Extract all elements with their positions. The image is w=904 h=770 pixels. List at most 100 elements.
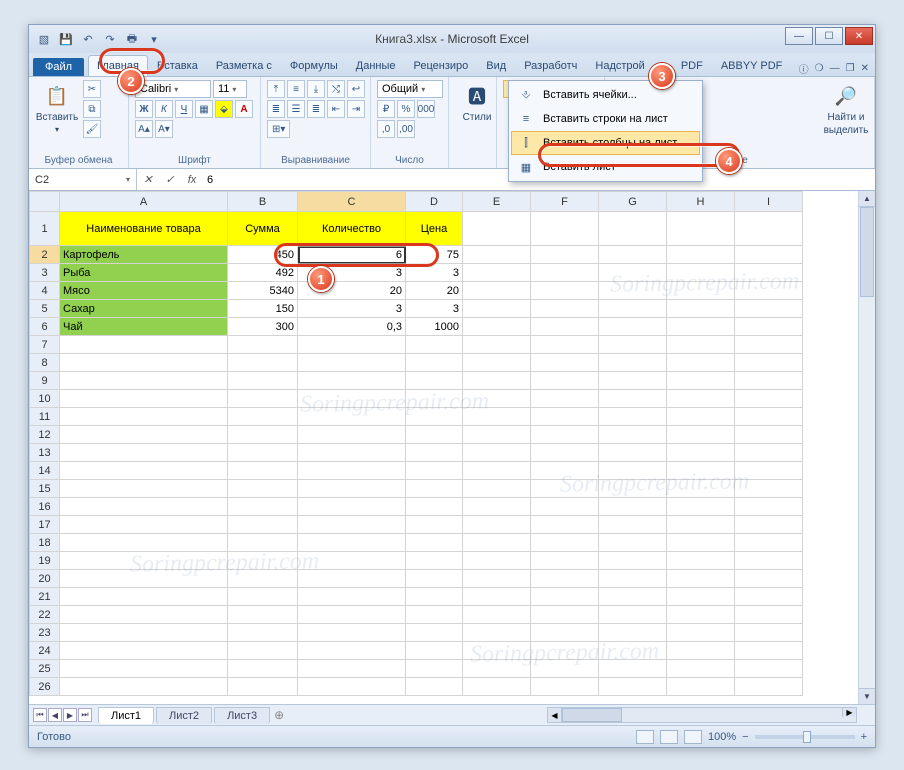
first-sheet-button[interactable]: ⏮: [33, 708, 47, 722]
empty-cell[interactable]: [735, 606, 803, 624]
empty-cell[interactable]: [406, 336, 463, 354]
empty-cell[interactable]: [463, 444, 531, 462]
empty-cell[interactable]: [228, 516, 298, 534]
row-header-18[interactable]: 18: [30, 534, 60, 552]
scroll-right-icon[interactable]: ▶: [842, 708, 856, 717]
ribbon-tab-10[interactable]: PDF: [672, 55, 712, 76]
empty-cell[interactable]: [298, 552, 406, 570]
table-cell[interactable]: Мясо: [60, 282, 228, 300]
merge-button[interactable]: ⊞▾: [267, 120, 290, 138]
row-header-21[interactable]: 21: [30, 588, 60, 606]
row-header-8[interactable]: 8: [30, 354, 60, 372]
zoom-slider[interactable]: [755, 735, 855, 739]
prev-sheet-button[interactable]: ◀: [48, 708, 62, 722]
percent-button[interactable]: %: [397, 100, 415, 118]
empty-cell[interactable]: [406, 354, 463, 372]
empty-cell[interactable]: [406, 390, 463, 408]
empty-cell[interactable]: [735, 212, 803, 246]
empty-cell[interactable]: [667, 660, 735, 678]
empty-cell[interactable]: [463, 606, 531, 624]
row-header-1[interactable]: 1: [30, 212, 60, 246]
table-cell[interactable]: 0,3: [298, 318, 406, 336]
align-middle-button[interactable]: ≡: [287, 80, 305, 98]
table-header-cell[interactable]: Количество: [298, 212, 406, 246]
empty-cell[interactable]: [599, 678, 667, 696]
empty-cell[interactable]: [60, 552, 228, 570]
empty-cell[interactable]: [463, 212, 531, 246]
new-sheet-button[interactable]: ⊕: [274, 708, 284, 722]
ribbon-tab-3[interactable]: Формулы: [281, 55, 347, 76]
scroll-thumb[interactable]: [860, 207, 874, 297]
align-center-button[interactable]: ☰: [287, 100, 305, 118]
table-cell[interactable]: 6: [298, 246, 406, 264]
table-cell[interactable]: Сахар: [60, 300, 228, 318]
empty-cell[interactable]: [406, 516, 463, 534]
file-tab[interactable]: Файл: [33, 58, 84, 76]
table-cell[interactable]: 75: [406, 246, 463, 264]
table-header-cell[interactable]: Сумма: [228, 212, 298, 246]
empty-cell[interactable]: [735, 678, 803, 696]
empty-cell[interactable]: [463, 552, 531, 570]
empty-cell[interactable]: [406, 408, 463, 426]
empty-cell[interactable]: [599, 570, 667, 588]
empty-cell[interactable]: [298, 336, 406, 354]
empty-cell[interactable]: [463, 372, 531, 390]
ribbon-tab-8[interactable]: Надстрой: [586, 55, 653, 76]
empty-cell[interactable]: [228, 606, 298, 624]
empty-cell[interactable]: [599, 282, 667, 300]
col-header-B[interactable]: B: [228, 192, 298, 212]
empty-cell[interactable]: [298, 462, 406, 480]
orientation-button[interactable]: ⤭: [327, 80, 345, 98]
col-header-F[interactable]: F: [531, 192, 599, 212]
empty-cell[interactable]: [599, 642, 667, 660]
empty-cell[interactable]: [463, 354, 531, 372]
align-bottom-button[interactable]: ⤓: [307, 80, 325, 98]
empty-cell[interactable]: [735, 354, 803, 372]
bold-button[interactable]: Ж: [135, 100, 153, 118]
empty-cell[interactable]: [531, 444, 599, 462]
empty-cell[interactable]: [406, 444, 463, 462]
empty-cell[interactable]: [298, 570, 406, 588]
empty-cell[interactable]: [531, 534, 599, 552]
empty-cell[interactable]: [735, 300, 803, 318]
row-header-13[interactable]: 13: [30, 444, 60, 462]
empty-cell[interactable]: [735, 498, 803, 516]
empty-cell[interactable]: [463, 390, 531, 408]
empty-cell[interactable]: [228, 552, 298, 570]
empty-cell[interactable]: [531, 570, 599, 588]
wb-restore-icon[interactable]: ❐: [846, 63, 855, 74]
empty-cell[interactable]: [531, 372, 599, 390]
page-layout-view-button[interactable]: [660, 730, 678, 744]
empty-cell[interactable]: [298, 372, 406, 390]
dec-decimal-button[interactable]: ,00: [397, 120, 415, 138]
format-painter-button[interactable]: 🖌: [83, 120, 101, 138]
empty-cell[interactable]: [463, 246, 531, 264]
insert-menu-item-2[interactable]: ⫿Вставить столбцы на лист: [511, 131, 700, 155]
empty-cell[interactable]: [599, 372, 667, 390]
vertical-scrollbar[interactable]: ▲ ▼: [858, 191, 875, 704]
empty-cell[interactable]: [228, 480, 298, 498]
empty-cell[interactable]: [599, 624, 667, 642]
empty-cell[interactable]: [531, 426, 599, 444]
empty-cell[interactable]: [667, 264, 735, 282]
row-header-19[interactable]: 19: [30, 552, 60, 570]
insert-menu-item-0[interactable]: ⎀Вставить ячейки...: [511, 83, 700, 107]
empty-cell[interactable]: [599, 390, 667, 408]
comma-button[interactable]: 000: [417, 100, 435, 118]
empty-cell[interactable]: [406, 462, 463, 480]
page-break-view-button[interactable]: [684, 730, 702, 744]
row-header-6[interactable]: 6: [30, 318, 60, 336]
empty-cell[interactable]: [531, 300, 599, 318]
empty-cell[interactable]: [60, 336, 228, 354]
empty-cell[interactable]: [599, 480, 667, 498]
empty-cell[interactable]: [60, 498, 228, 516]
scroll-down-icon[interactable]: ▼: [859, 688, 875, 704]
find-select-button[interactable]: 🔎 Найти и выделить: [824, 80, 868, 138]
empty-cell[interactable]: [735, 462, 803, 480]
copy-button[interactable]: ⧉: [83, 100, 101, 118]
row-header-12[interactable]: 12: [30, 426, 60, 444]
empty-cell[interactable]: [60, 534, 228, 552]
empty-cell[interactable]: [406, 624, 463, 642]
empty-cell[interactable]: [667, 498, 735, 516]
empty-cell[interactable]: [599, 516, 667, 534]
